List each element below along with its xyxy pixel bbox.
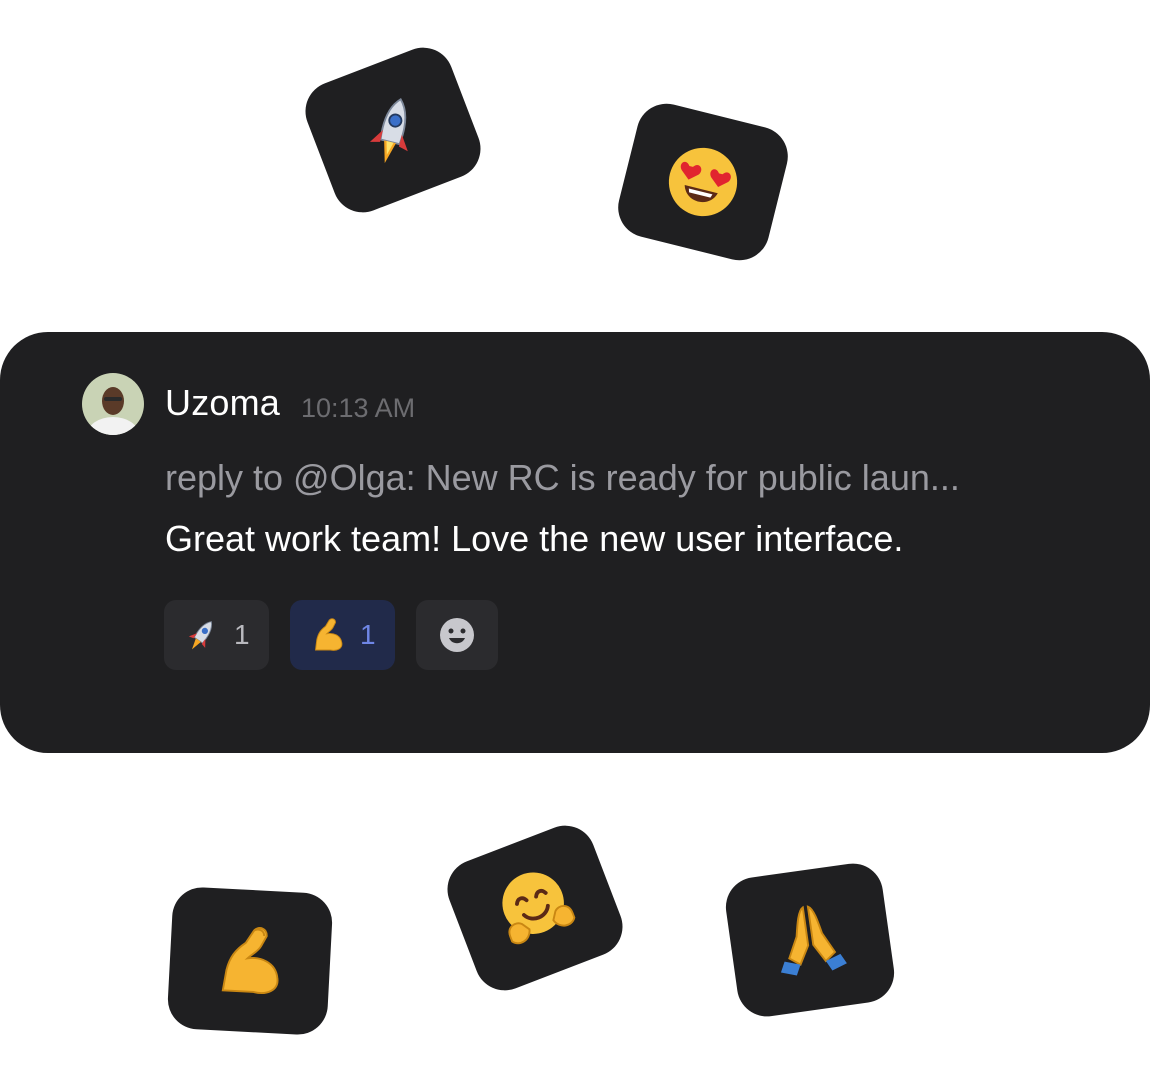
heart-eyes-icon [668, 147, 738, 217]
folded-hands-icon [780, 905, 847, 976]
hugging-face-icon [502, 872, 576, 945]
author-name[interactable]: Uzoma [165, 382, 280, 424]
rocket-icon [188, 621, 213, 650]
message-text: Great work team! Love the new user inter… [165, 518, 904, 559]
reaction-rocket-button[interactable]: 1 [164, 600, 269, 670]
floating-folded-hands-tile [722, 859, 898, 1021]
reply-preview[interactable]: reply to @Olga: New RC is ready for publ… [165, 457, 960, 499]
flexed-biceps-icon [221, 927, 279, 994]
floating-flexed-biceps-tile [166, 885, 334, 1037]
reaction-count: 1 [234, 619, 250, 650]
flexed-biceps-icon [314, 618, 343, 651]
add-reaction-button[interactable] [416, 600, 498, 670]
floating-heart-eyes-tile [611, 97, 795, 267]
message-timestamp: 10:13 AM [301, 393, 416, 423]
reaction-count: 1 [360, 619, 376, 650]
smiley-icon [440, 618, 474, 652]
reaction-flexed-biceps-button[interactable]: 1 [290, 600, 395, 670]
floating-rocket-tile [296, 38, 490, 222]
rocket-icon [369, 97, 408, 164]
avatar[interactable] [82, 373, 144, 435]
floating-hugging-face-tile [438, 816, 632, 1000]
